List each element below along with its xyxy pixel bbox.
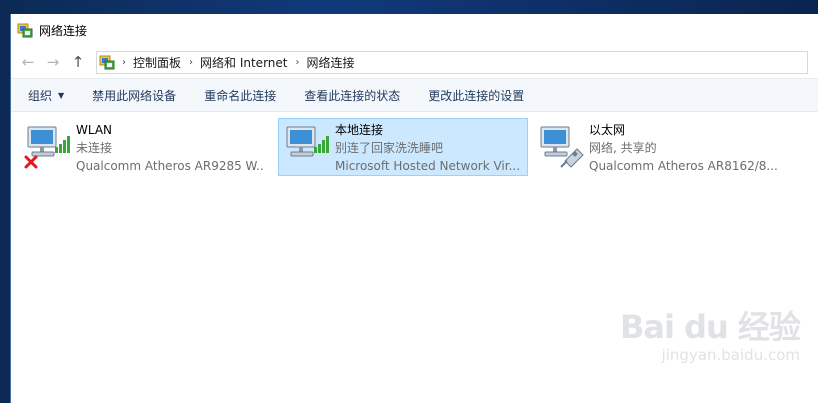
control-panel-icon <box>99 55 115 70</box>
connection-device: Qualcomm Atheros AR9285 W... <box>76 159 264 173</box>
connection-device: Qualcomm Atheros AR8162/8... <box>589 159 777 173</box>
desktop-background <box>0 0 818 14</box>
ethernet-adapter-icon <box>540 126 584 168</box>
organize-menu-button[interactable]: 组织 ▼ <box>28 87 64 104</box>
navigation-row: ← → ↑ › 控制面板 › 网络和 Internet › 网络连接 <box>11 46 818 78</box>
breadcrumb-network-internet[interactable]: 网络和 Internet <box>200 54 287 71</box>
wireless-adapter-disconnected-icon <box>24 126 70 169</box>
window-title: 网络连接 <box>39 23 88 38</box>
connection-status: 网络, 共享的 <box>589 141 657 155</box>
connection-name: 本地连接 <box>335 123 384 137</box>
chevron-right-icon[interactable]: › <box>122 57 126 68</box>
connection-status: 别连了回家洗洗睡吧 <box>335 141 444 155</box>
disable-device-button[interactable]: 禁用此网络设备 <box>92 87 176 104</box>
breadcrumb-control-panel[interactable]: 控制面板 <box>133 54 181 71</box>
network-folder-icon <box>17 23 33 38</box>
arrow-right-icon: → <box>46 53 60 71</box>
title-bar: 网络连接 <box>11 14 818 46</box>
watermark-url: jingyan.baidu.com <box>661 346 800 364</box>
connection-name: 以太网 <box>589 123 626 137</box>
command-bar: 组织 ▼ 禁用此网络设备 重命名此连接 查看此连接的状态 更改此连接的设置 <box>11 78 818 112</box>
wireless-adapter-icon <box>286 126 329 157</box>
connection-status: 未连接 <box>76 141 113 155</box>
baidu-jingyan-watermark: Bai du 经验 jingyan.baidu.com <box>620 302 801 374</box>
breadcrumb-network-connections[interactable]: 网络连接 <box>306 54 354 71</box>
caret-down-icon: ▼ <box>58 90 65 100</box>
forward-button[interactable]: → <box>42 51 64 73</box>
change-settings-button[interactable]: 更改此连接的设置 <box>428 87 524 104</box>
rename-connection-button[interactable]: 重命名此连接 <box>204 87 276 104</box>
view-status-button[interactable]: 查看此连接的状态 <box>304 87 400 104</box>
connections-list: WLAN 未连接 Qualcomm Atheros AR9285 W... 本地… <box>11 112 818 382</box>
chevron-right-icon[interactable]: › <box>295 57 299 68</box>
connection-tile-wlan[interactable]: WLAN 未连接 Qualcomm Atheros AR9285 W... <box>19 118 269 176</box>
up-button[interactable]: ↑ <box>67 51 89 73</box>
arrow-left-icon: ← <box>21 53 35 71</box>
connection-tile-local[interactable]: 本地连接 别连了回家洗洗睡吧 Microsoft Hosted Network … <box>278 118 528 176</box>
organize-label: 组织 <box>28 88 53 103</box>
address-bar[interactable]: › 控制面板 › 网络和 Internet › 网络连接 <box>96 50 808 74</box>
back-button[interactable]: ← <box>17 51 39 73</box>
connection-name: WLAN <box>76 123 113 137</box>
chevron-right-icon[interactable]: › <box>189 57 193 68</box>
network-connections-window: 网络连接 ← → ↑ › 控制面板 › 网络和 Internet › 网络连接 <box>10 14 818 403</box>
connection-device: Microsoft Hosted Network Vir... <box>335 159 521 173</box>
arrow-up-icon: ↑ <box>71 53 85 71</box>
watermark-brand: Bai du 经验 <box>620 308 801 346</box>
connection-tile-ethernet[interactable]: 以太网 网络, 共享的 Qualcomm Atheros AR8162/8... <box>532 118 782 176</box>
